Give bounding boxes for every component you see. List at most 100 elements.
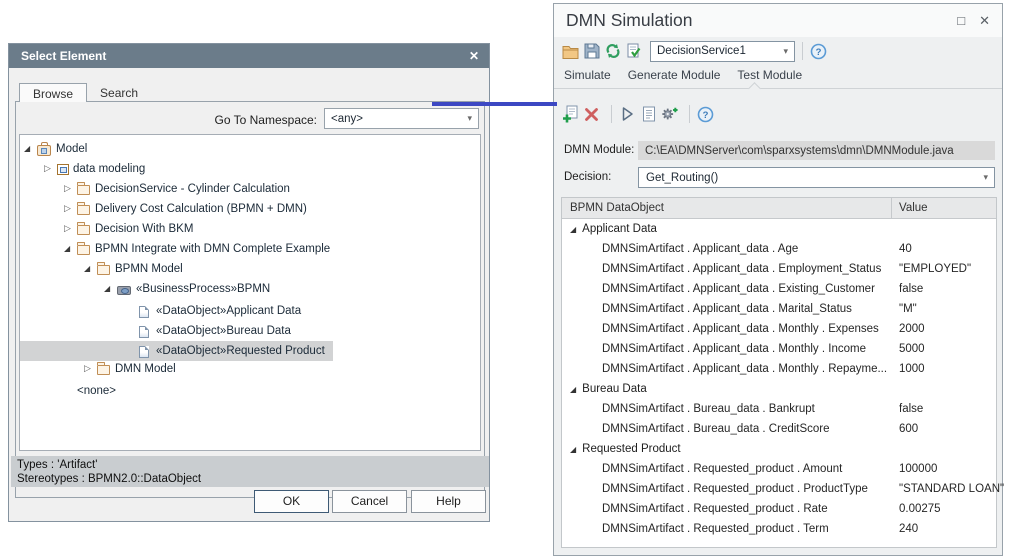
close-icon[interactable]: ✕ — [979, 13, 990, 29]
row-name-cell: DMNSimArtifact . Applicant_data . Monthl… — [562, 323, 892, 335]
row-name-cell: DMNSimArtifact . Requested_product . Pro… — [562, 483, 892, 495]
data-item-row[interactable]: DMNSimArtifact . Applicant_data . Existi… — [562, 279, 996, 299]
save-icon[interactable] — [583, 42, 600, 60]
status-types: Types : 'Artifact' — [17, 458, 489, 472]
row-name-cell: DMNSimArtifact . Applicant_data . Marita… — [562, 303, 892, 315]
data-group-row[interactable]: ◢Bureau Data — [562, 379, 996, 399]
tab-generate-module[interactable]: Generate Module — [628, 68, 721, 82]
data-item-row[interactable]: DMNSimArtifact . Applicant_data . Age40 — [562, 239, 996, 259]
active-tab-notch — [748, 82, 761, 95]
toolbar-separator — [689, 105, 690, 123]
tree-item[interactable]: ▷DecisionService - Cylinder Calculation — [20, 179, 298, 199]
chevron-down-icon[interactable]: ▾ — [783, 46, 794, 57]
sim-table-rows: ◢Applicant Data DMNSimArtifact . Applican… — [562, 219, 996, 539]
add-test-icon[interactable] — [562, 105, 579, 123]
validate-icon[interactable] — [625, 42, 642, 60]
chevron-down-icon[interactable]: ▾ — [983, 172, 994, 183]
item-label: DMNSimArtifact . Applicant_data . Existi… — [602, 283, 875, 295]
expanded-arrow-icon[interactable]: ◢ — [570, 445, 576, 454]
data-item-row[interactable]: DMNSimArtifact . Applicant_data . Marita… — [562, 299, 996, 319]
generate-test-module-icon[interactable] — [661, 105, 678, 123]
namespace-dropdown[interactable]: <any> ▾ — [324, 108, 479, 129]
tab-browse[interactable]: Browse — [19, 83, 87, 102]
column-header-value[interactable]: Value — [892, 202, 928, 214]
dialog-titlebar[interactable]: Select Element ✕ — [9, 44, 489, 68]
expanded-arrow-icon[interactable]: ◢ — [104, 284, 117, 293]
dmn-simulation-window: DMN Simulation □ ✕ DecisionService1 ▾ ? … — [553, 3, 1003, 556]
decision-dropdown[interactable]: Get_Routing() ▾ — [638, 167, 995, 188]
data-item-row[interactable]: DMNSimArtifact . Requested_product . Amo… — [562, 459, 996, 479]
row-name-cell: ◢Applicant Data — [562, 223, 892, 235]
open-folder-icon[interactable] — [562, 42, 579, 60]
dmn-module-path-field: C:\EA\DMNServer\com\sparxsystems\dmn\DMN… — [638, 141, 995, 160]
maximize-icon[interactable]: □ — [957, 13, 965, 29]
item-label: DMNSimArtifact . Requested_product . Ter… — [602, 523, 829, 535]
tree-item[interactable]: ◢BPMN Integrate with DMN Complete Exampl… — [20, 239, 338, 259]
expanded-arrow-icon[interactable]: ◢ — [570, 225, 576, 234]
tree-item[interactable]: <none> — [20, 381, 124, 401]
tab-search[interactable]: Search — [87, 83, 151, 102]
data-item-row[interactable]: DMNSimArtifact . Applicant_data . Monthl… — [562, 359, 996, 379]
row-name-cell: DMNSimArtifact . Applicant_data . Existi… — [562, 283, 892, 295]
tree-item[interactable]: ▷ data modeling — [20, 159, 153, 179]
folder-icon — [97, 365, 110, 375]
data-item-row[interactable]: DMNSimArtifact . Bureau_data . CreditSco… — [562, 419, 996, 439]
data-group-row[interactable]: ◢Requested Product — [562, 439, 996, 459]
tree-item[interactable]: ◢Model — [20, 139, 95, 159]
data-item-row[interactable]: DMNSimArtifact . Applicant_data . Monthl… — [562, 319, 996, 339]
collapsed-arrow-icon[interactable]: ▷ — [84, 363, 97, 374]
expanded-arrow-icon[interactable]: ◢ — [570, 385, 576, 394]
tree-item[interactable]: ▷Decision With BKM — [20, 219, 201, 239]
data-item-row[interactable]: DMNSimArtifact . Bureau_data . Bankruptf… — [562, 399, 996, 419]
table-header: BPMN DataObject Value — [562, 198, 996, 219]
chevron-down-icon[interactable]: ▾ — [467, 113, 478, 124]
decision-service-dropdown[interactable]: DecisionService1 ▾ — [650, 41, 795, 62]
folder-icon — [97, 265, 110, 275]
data-item-row[interactable]: DMNSimArtifact . Applicant_data . Employ… — [562, 259, 996, 279]
toolbar-separator — [802, 42, 803, 60]
row-name-cell: DMNSimArtifact . Requested_product . Rat… — [562, 503, 892, 515]
expanded-arrow-icon[interactable]: ◢ — [84, 264, 97, 273]
document-icon — [139, 306, 149, 318]
data-item-row[interactable]: DMNSimArtifact . Requested_product . Pro… — [562, 479, 996, 499]
expanded-arrow-icon[interactable]: ◢ — [24, 144, 37, 153]
expanded-arrow-icon[interactable]: ◢ — [64, 244, 77, 253]
tab-simulate[interactable]: Simulate — [564, 68, 611, 82]
svg-text:?: ? — [816, 47, 822, 58]
row-name-cell: DMNSimArtifact . Applicant_data . Monthl… — [562, 363, 892, 375]
help-button[interactable]: Help — [411, 490, 486, 513]
tree-item[interactable]: ▷DMN Model — [20, 359, 184, 379]
data-item-row[interactable]: DMNSimArtifact . Requested_product . Ter… — [562, 519, 996, 539]
close-icon[interactable]: ✕ — [469, 49, 479, 63]
refresh-icon[interactable] — [604, 42, 621, 60]
collapsed-arrow-icon[interactable]: ▷ — [44, 163, 57, 174]
help-icon[interactable]: ? — [697, 105, 714, 123]
ok-button[interactable]: OK — [254, 490, 329, 513]
select-element-dialog: Select Element ✕ Browse Search Go To Nam… — [8, 43, 490, 522]
folder-icon — [77, 185, 90, 195]
tree-item[interactable]: ◢BPMN Model — [20, 259, 191, 279]
namespace-label: Go To Namespace: — [9, 113, 317, 127]
data-item-row[interactable]: DMNSimArtifact . Requested_product . Rat… — [562, 499, 996, 519]
item-label: DMNSimArtifact . Applicant_data . Employ… — [602, 263, 881, 275]
window-titlebar[interactable]: DMN Simulation □ ✕ — [554, 4, 1002, 37]
delete-test-icon[interactable] — [583, 105, 600, 123]
data-item-row[interactable]: DMNSimArtifact . Applicant_data . Monthl… — [562, 339, 996, 359]
tree-item[interactable]: ▷Delivery Cost Calculation (BPMN + DMN) — [20, 199, 315, 219]
collapsed-arrow-icon[interactable]: ▷ — [64, 203, 77, 214]
view-code-icon[interactable] — [640, 105, 657, 123]
column-header-dataobject[interactable]: BPMN DataObject — [562, 202, 891, 214]
dialog-tabs: Browse Search — [19, 83, 151, 102]
run-test-icon[interactable] — [619, 105, 636, 123]
collapsed-arrow-icon[interactable]: ▷ — [64, 223, 77, 234]
value-cell: 40 — [892, 243, 912, 255]
value-cell: "STANDARD LOAN" — [892, 483, 1004, 495]
tab-test-module[interactable]: Test Module — [737, 68, 802, 82]
element-tree[interactable]: ◢Model ▷ data modeling ▷DecisionService - C… — [19, 134, 481, 451]
cancel-button[interactable]: Cancel — [332, 490, 407, 513]
data-group-row[interactable]: ◢Applicant Data — [562, 219, 996, 239]
tree-item[interactable]: ◢«BusinessProcess»BPMN — [20, 279, 278, 299]
help-icon[interactable]: ? — [810, 42, 827, 60]
collapsed-arrow-icon[interactable]: ▷ — [64, 183, 77, 194]
tree-item-label: data modeling — [73, 163, 145, 175]
